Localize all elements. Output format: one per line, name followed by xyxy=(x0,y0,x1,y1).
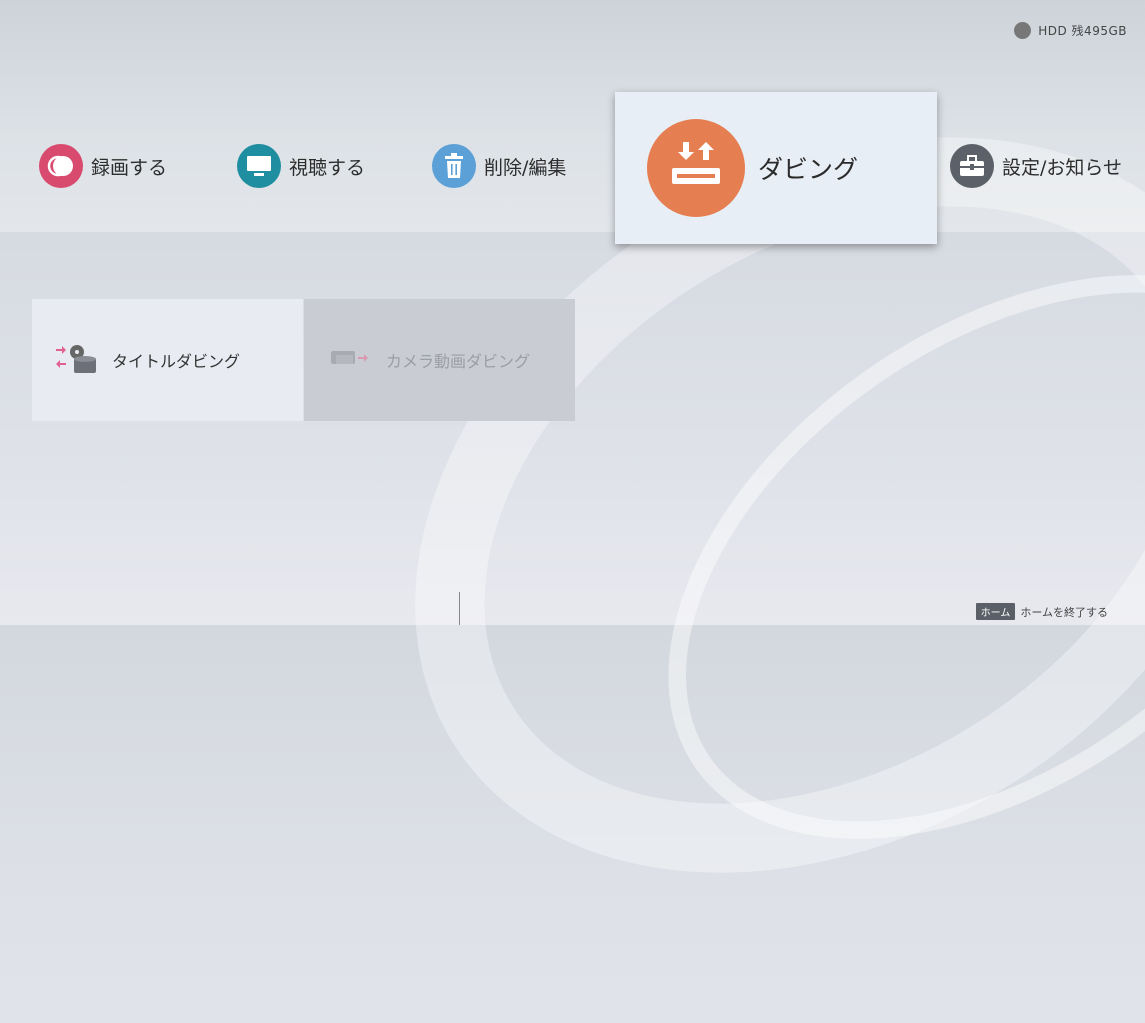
divider-mark xyxy=(459,592,460,625)
footer-hint: ホーム ホームを終了する xyxy=(975,603,1108,620)
camera-dubbing-icon xyxy=(330,347,370,373)
submenu-camera-dubbing[interactable]: カメラ動画ダビング xyxy=(304,299,575,421)
hdd-indicator-icon xyxy=(1014,22,1032,39)
menu-item-delete-edit[interactable]: 削除/編集 xyxy=(432,144,566,188)
menu-item-label: 録画する xyxy=(91,156,168,179)
storage-status: HDD 残495GB xyxy=(1014,22,1127,39)
record-icon xyxy=(39,144,83,188)
submenu-label: タイトルダビング xyxy=(112,352,241,371)
menu-item-label: 設定/お知らせ xyxy=(1002,156,1123,179)
menu-item-watch[interactable]: 視聴する xyxy=(237,144,365,188)
menu-item-label: 視聴する xyxy=(289,156,366,179)
storage-status-text: HDD 残495GB xyxy=(1038,24,1127,38)
submenu-title-dubbing[interactable]: タイトルダビング xyxy=(32,299,303,421)
home-key-badge: ホーム xyxy=(975,603,1016,620)
menu-item-settings[interactable]: 設定/お知らせ xyxy=(950,144,1122,188)
footer-hint-text: ホームを終了する xyxy=(1020,605,1108,619)
trash-icon xyxy=(432,144,476,188)
menu-item-record[interactable]: 録画する xyxy=(39,144,167,188)
toolbox-icon xyxy=(950,144,994,188)
menu-item-label: ダビング xyxy=(758,155,859,184)
menu-item-label: 削除/編集 xyxy=(484,156,567,179)
dubbing-icon xyxy=(647,119,745,217)
submenu-label: カメラ動画ダビング xyxy=(386,352,531,371)
title-dubbing-icon xyxy=(54,342,96,378)
menu-item-dubbing[interactable]: ダビング xyxy=(615,92,937,244)
tv-icon xyxy=(237,144,281,188)
